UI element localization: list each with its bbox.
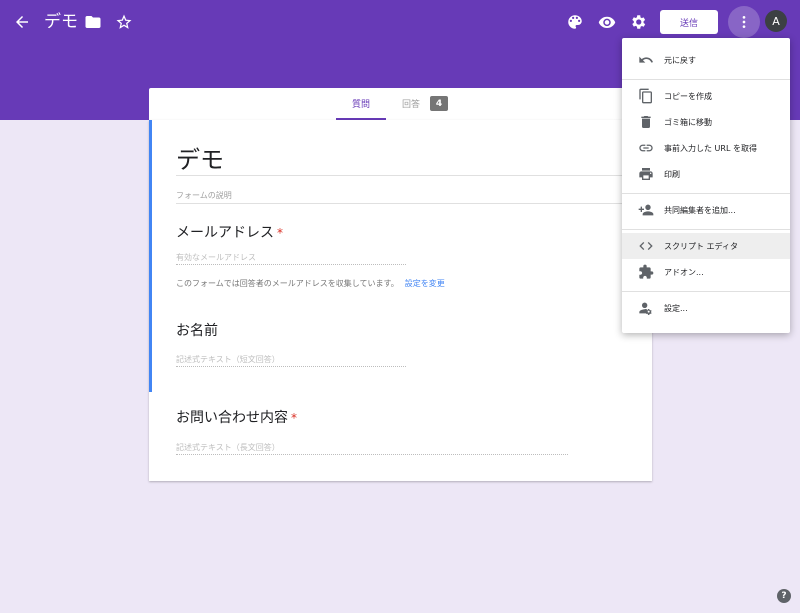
menu-item-label: 元に戻す [664, 55, 696, 65]
title-underline [176, 175, 652, 176]
menu-item-label: 共同編集者を追加... [664, 205, 736, 215]
help-icon[interactable]: ? [777, 589, 791, 603]
menu-divider [622, 79, 790, 80]
email-label-text: メールアドレス [176, 225, 274, 241]
active-section-indicator [149, 120, 152, 392]
send-button[interactable]: 送信 [660, 10, 718, 34]
copy-icon [638, 88, 654, 104]
tab-questions[interactable]: 質問 [336, 88, 386, 120]
more-options-button[interactable] [728, 6, 760, 38]
print-icon [638, 166, 654, 182]
menu-item-undo[interactable]: 元に戻す [622, 47, 790, 73]
menu-item-script-editor[interactable]: スクリプト エディタ [622, 233, 790, 259]
menu-item-label: 事前入力した URL を取得 [664, 143, 757, 153]
menu-divider [622, 291, 790, 292]
menu-divider [622, 229, 790, 230]
undo-icon [638, 52, 654, 68]
form-title[interactable]: デモ [176, 140, 224, 175]
menu-item-add-collaborators[interactable]: 共同編集者を追加... [622, 197, 790, 223]
name-question-label[interactable]: お名前 [176, 320, 218, 340]
link-icon [638, 140, 654, 156]
required-mark: * [277, 226, 283, 240]
palette-icon[interactable] [563, 10, 587, 34]
menu-item-label: ゴミ箱に移動 [664, 117, 712, 127]
trash-icon [638, 114, 654, 130]
inquiry-underline [176, 454, 568, 455]
menu-item-make-copy[interactable]: コピーを作成 [622, 83, 790, 109]
change-settings-link[interactable]: 設定を変更 [405, 279, 445, 288]
inquiry-question-label[interactable]: お問い合わせ内容 * [176, 407, 297, 427]
form-card: デモ フォームの説明 メールアドレス * 有効なメールアドレス このフォームでは回… [149, 120, 652, 481]
more-options-menu: 元に戻す コピーを作成 ゴミ箱に移動 事前入力した URL を取得 印刷 共同編… [622, 38, 790, 333]
required-mark: * [291, 411, 297, 425]
more-vert-icon [742, 16, 746, 28]
menu-item-label: コピーを作成 [664, 91, 712, 101]
menu-item-label: 設定... [664, 303, 688, 313]
name-placeholder: 記述式テキスト（短文回答） [176, 355, 280, 364]
menu-item-print[interactable]: 印刷 [622, 161, 790, 187]
tab-responses[interactable]: 回答 [397, 88, 425, 119]
code-icon [638, 238, 654, 254]
back-arrow-icon[interactable] [10, 10, 34, 34]
menu-item-settings[interactable]: 設定... [622, 295, 790, 321]
person-settings-icon [638, 300, 654, 316]
inquiry-label-text: お問い合わせ内容 [176, 410, 288, 426]
response-count-badge: 4 [430, 96, 448, 111]
add-person-icon [638, 202, 654, 218]
email-underline [176, 264, 406, 265]
menu-item-prefilled-url[interactable]: 事前入力した URL を取得 [622, 135, 790, 161]
menu-divider [622, 193, 790, 194]
email-placeholder: 有効なメールアドレス [176, 253, 256, 262]
settings-gear-icon[interactable] [626, 10, 650, 34]
puzzle-icon [638, 264, 654, 280]
preview-eye-icon[interactable] [595, 10, 619, 34]
account-avatar[interactable]: A [765, 10, 787, 32]
folder-icon[interactable] [81, 10, 105, 34]
email-question-label[interactable]: メールアドレス * [176, 222, 283, 242]
name-underline [176, 366, 406, 367]
email-notice-text: このフォームでは回答者のメールアドレスを収集しています。 [176, 279, 399, 288]
tabs-bar: 質問 回答 4 [149, 88, 652, 120]
menu-item-addons[interactable]: アドオン... [622, 259, 790, 285]
star-icon[interactable] [112, 10, 136, 34]
inquiry-placeholder: 記述式テキスト（長文回答） [176, 443, 280, 452]
document-title[interactable]: デモ [44, 10, 78, 34]
email-collection-notice: このフォームでは回答者のメールアドレスを収集しています。 設定を変更 [176, 278, 445, 289]
description-underline [176, 203, 652, 204]
menu-item-label: アドオン... [664, 267, 704, 277]
menu-item-move-to-trash[interactable]: ゴミ箱に移動 [622, 109, 790, 135]
menu-item-label: 印刷 [664, 169, 680, 179]
menu-item-label: スクリプト エディタ [664, 241, 738, 251]
form-description-input[interactable]: フォームの説明 [176, 190, 232, 201]
